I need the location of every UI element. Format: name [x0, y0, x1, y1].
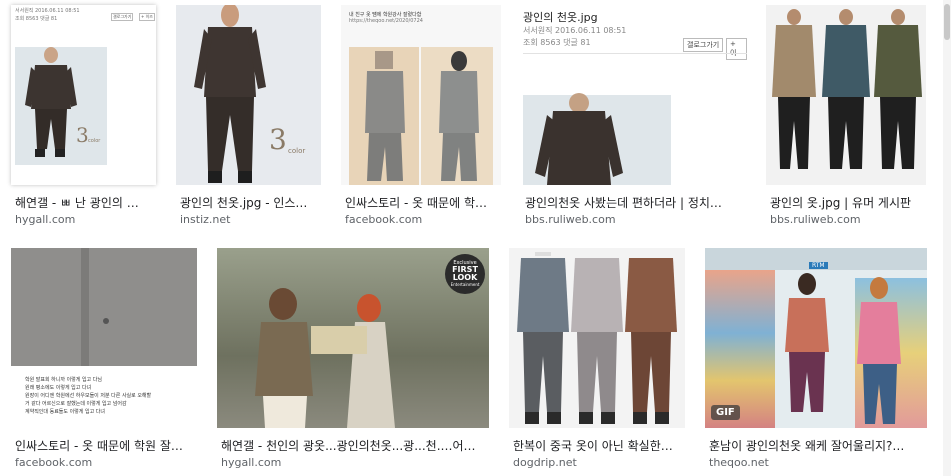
result-caption-7[interactable]: 해연갤 - 천인의 광옷...광인의천옷...광...천.…어… [221, 437, 487, 454]
thumb6-text: 학원 발표회 하니까 이렇게 입고 다님 원래 평소에도 이렇게 입고 다녀 원… [25, 376, 151, 416]
result-domain-4: bbs.ruliweb.com [525, 213, 616, 226]
thumb7-figures [255, 288, 395, 428]
thumb8-figures [517, 252, 677, 424]
result-card-5[interactable]: 광인의 옷.jpg | 유머 게시판 bbs.ruliweb.com [766, 5, 926, 230]
result-thumbnail-7[interactable]: Exclusive FIRST LOOK Entertainment [217, 248, 489, 428]
result-caption-8[interactable]: 한복이 중국 옷이 아닌 확실한… [513, 437, 685, 454]
thumb6-line: 원장이 어디엔 학원에선 하우모들이 저분 다른 사실로 오해할 [25, 393, 152, 399]
thumb1-numeral: 3 [76, 123, 89, 147]
thumb4-title: 광인의 천옷.jpg [523, 11, 598, 24]
thumb6-line: 학원 발표회 하니까 이렇게 입고 다님 [25, 377, 102, 383]
result-domain-3: facebook.com [345, 213, 423, 226]
thumb5-figures [772, 9, 922, 169]
thumb6-line: 계약직인대 동료들도 이렇게 입고 다녀 [25, 409, 105, 415]
result-caption-1[interactable]: 해연갤 - ㅃ 난 광인의 … [15, 194, 155, 211]
result-caption-9[interactable]: 훈남이 광인의천옷 왜케 잘어울리지?… [709, 437, 927, 454]
thumb6-line: 원래 평소에도 이렇게 입고 다녀 [25, 385, 92, 391]
result-caption-2[interactable]: 광인의 천옷.jpg - 인스… [180, 194, 320, 211]
thumb4-meta2: 조회 8563 댓글 81 [523, 38, 591, 47]
result-domain-6: facebook.com [15, 456, 93, 469]
result-card-6[interactable]: 학원 발표회 하니까 이렇게 입고 다님 원래 평소에도 이렇게 입고 다녀 원… [11, 248, 197, 473]
thumb3-line2: https://theqoo.net/2020/0724 [349, 18, 423, 24]
thumb2-figure [194, 5, 266, 183]
result-card-2[interactable]: 3 color 광인의 천옷.jpg - 인스… instiz.net [176, 5, 321, 230]
scrollbar-thumb[interactable] [944, 4, 950, 40]
thumb4-btn1: 갤로그가기 [683, 38, 724, 52]
result-thumbnail-9[interactable]: RTM GIF [705, 248, 927, 428]
result-domain-5: bbs.ruliweb.com [770, 213, 861, 226]
thumb1-sub: 조회 8563 댓글 81 [15, 16, 58, 22]
result-domain-7: hygall.com [221, 456, 282, 469]
result-card-8[interactable]: 한복이 중국 옷이 아닌 확실한… dogdrip.net [509, 248, 685, 473]
result-caption-6[interactable]: 인싸스토리 - 옷 때문에 학원 잘… [15, 437, 195, 454]
thumb1-figure [25, 47, 77, 157]
thumb3-figure-left [365, 51, 405, 181]
result-domain-2: instiz.net [180, 213, 231, 226]
thumb4-divider [523, 53, 747, 54]
result-domain-1: hygall.com [15, 213, 76, 226]
thumb1-btn1: 갤로그가기 [111, 13, 134, 21]
gif-badge: GIF [711, 405, 740, 420]
thumb4-btn2: + 이 [726, 38, 747, 60]
badge-sub: Entertainment [450, 282, 480, 287]
thumb1-numeral-sub: color [88, 138, 101, 144]
result-card-7[interactable]: Exclusive FIRST LOOK Entertainment 해연갤 -… [217, 248, 489, 473]
result-caption-4[interactable]: 광인의천옷 사봤는데 편하더라 | 정치… [525, 194, 745, 211]
thumb3-figure-right [439, 51, 479, 181]
result-caption-3[interactable]: 인싸스토리 - 옷 때문에 학… [345, 194, 497, 211]
result-card-9[interactable]: RTM GIF 훈남이 광인의천옷 왜케 잘어울리지?… theqoo.net [705, 248, 927, 473]
result-thumbnail-3[interactable]: 내 친구 옷 땜에 학원강사 잘렸다함 https://theqoo.net/2… [341, 5, 501, 185]
result-thumbnail-4[interactable]: 광인의 천옷.jpg 서서원직 2016.06.11 08:51 조회 8563… [521, 5, 747, 185]
result-card-1[interactable]: 서서원직 2016.06.11 08:51 조회 8563 댓글 81 갤로그가… [11, 5, 156, 230]
thumb4-figure [535, 93, 623, 185]
vertical-scrollbar[interactable] [943, 0, 951, 476]
thumb1-btn2: + 이즈 [139, 13, 155, 21]
thumb2-numeral-sub: color [288, 147, 306, 155]
thumb6-photo [11, 248, 197, 366]
result-domain-8: dogdrip.net [513, 456, 577, 469]
thumb2-numeral: 3 [269, 123, 287, 156]
thumb9-figures [785, 273, 901, 424]
result-card-4[interactable]: 광인의 천옷.jpg 서서원직 2016.06.11 08:51 조회 8563… [521, 5, 747, 230]
result-thumbnail-8[interactable] [509, 248, 685, 428]
thumb6-placket [81, 248, 89, 366]
result-thumbnail-5[interactable] [766, 5, 926, 185]
result-thumbnail-1[interactable]: 서서원직 2016.06.11 08:51 조회 8563 댓글 81 갤로그가… [11, 5, 156, 185]
result-card-3[interactable]: 내 친구 옷 땜에 학원강사 잘렸다함 https://theqoo.net/2… [341, 5, 501, 230]
result-thumbnail-2[interactable]: 3 color [176, 5, 321, 185]
thumb4-meta1: 서서원직 2016.06.11 08:51 [523, 26, 627, 35]
badge-main: FIRST LOOK [452, 265, 478, 282]
result-caption-5[interactable]: 광인의 옷.jpg | 유머 게시판 [770, 194, 925, 211]
first-look-badge: Exclusive FIRST LOOK Entertainment [445, 254, 485, 294]
result-thumbnail-6[interactable]: 학원 발표회 하니까 이렇게 입고 다님 원래 평소에도 이렇게 입고 다녀 원… [11, 248, 197, 428]
thumb1-header: 서서원직 2016.06.11 08:51 [15, 8, 80, 14]
thumb6-line: 거 같다 어르신으로 잘했는데 이렇게 입고 넘어감 [25, 401, 127, 407]
result-domain-9: theqoo.net [709, 456, 769, 469]
thumb3-line1: 내 친구 옷 땜에 학원강사 잘렸다함 [349, 12, 422, 18]
thumb6-button [103, 318, 109, 324]
